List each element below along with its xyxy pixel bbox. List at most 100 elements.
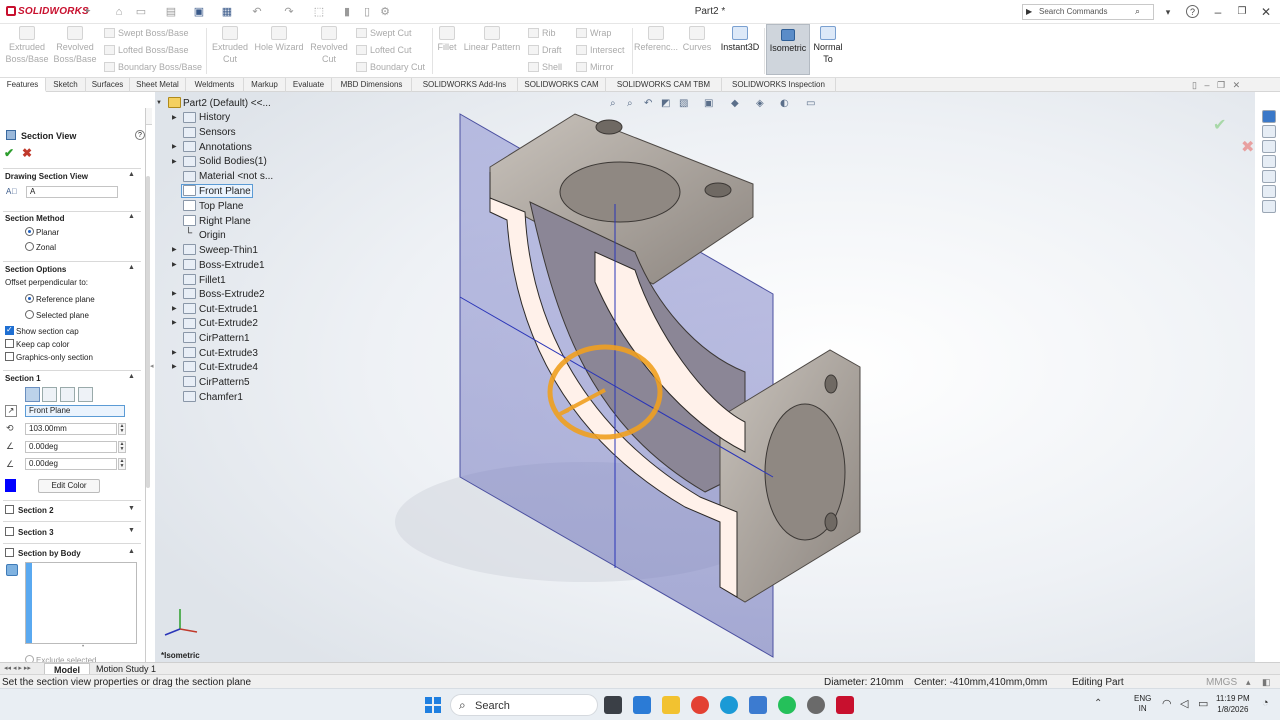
widgets-icon[interactable]: [633, 696, 651, 714]
tree-item-chamfer1[interactable]: Chamfer1: [199, 392, 243, 403]
tree-item-cut-extrude3[interactable]: Cut-Extrude3: [199, 348, 258, 359]
normal-to-button[interactable]: Normal To: [812, 26, 844, 65]
status-options-icon[interactable]: ◧: [1262, 677, 1271, 688]
tree-expand-arrow[interactable]: ▶: [172, 261, 177, 268]
tree-item-cut-extrude2[interactable]: Cut-Extrude2: [199, 318, 258, 329]
search-input[interactable]: Search Commands: [1039, 7, 1107, 16]
tree-expand-arrow[interactable]: ▶: [172, 319, 177, 326]
undo-icon[interactable]: ↶: [250, 5, 264, 19]
custom-properties-icon[interactable]: [1262, 200, 1276, 213]
solidworks-taskbar-icon[interactable]: [836, 696, 854, 714]
lofted-boss-button[interactable]: Lofted Boss/Base: [104, 44, 204, 56]
keep-cap-color-checkbox[interactable]: [5, 339, 14, 348]
boundary-cut-button[interactable]: Boundary Cut: [356, 61, 432, 73]
section-name-field[interactable]: A: [26, 186, 118, 198]
clock[interactable]: 11:19 PM 1/8/2026: [1216, 693, 1250, 715]
tree-expand-arrow[interactable]: ▶: [172, 114, 177, 121]
appearances-scenes-icon[interactable]: [1262, 185, 1276, 198]
view-palette-icon[interactable]: [1262, 170, 1276, 183]
tab-solidworks-cam-tbm[interactable]: SOLIDWORKS CAM TBM: [606, 78, 722, 92]
tab-solidworks-inspection[interactable]: SOLIDWORKS Inspection: [722, 78, 836, 92]
dynamic-annotation-icon[interactable]: ▧: [679, 98, 688, 109]
edge-icon[interactable]: [720, 696, 738, 714]
angle-x-field[interactable]: 0.00deg: [25, 441, 117, 453]
solidworks-resources-icon[interactable]: [1262, 110, 1276, 123]
pm-help-icon[interactable]: ?: [135, 130, 145, 140]
fillet-button[interactable]: Fillet: [434, 26, 460, 53]
tree-item-cirpattern1[interactable]: CirPattern1: [199, 333, 250, 344]
tree-item-front-plane[interactable]: Front Plane: [199, 186, 251, 197]
instant3d-button[interactable]: Instant3D: [716, 26, 764, 53]
pm-scrollbar[interactable]: [146, 176, 150, 488]
collapse-chevron-icon[interactable]: ▲: [128, 171, 135, 178]
section-3-checkbox[interactable]: [5, 527, 14, 536]
swept-cut-button[interactable]: Swept Cut: [356, 27, 432, 39]
units-dropdown-icon[interactable]: ▴: [1246, 677, 1251, 688]
tree-item-history[interactable]: History: [199, 112, 230, 123]
tree-expand-arrow[interactable]: ▶: [172, 290, 177, 297]
open-icon[interactable]: ▤: [164, 5, 178, 19]
offset-distance-field[interactable]: 103.00mm: [25, 423, 117, 435]
tab-sketch[interactable]: Sketch: [46, 78, 86, 92]
boundary-boss-button[interactable]: Boundary Boss/Base: [104, 61, 204, 73]
tree-item-origin[interactable]: Origin: [199, 230, 226, 241]
edit-appearance-icon[interactable]: ◐: [780, 98, 789, 109]
selected-plane-radio[interactable]: [25, 310, 34, 319]
curves-button[interactable]: Curves: [680, 26, 714, 53]
app-icon[interactable]: [807, 696, 825, 714]
graphics-only-checkbox[interactable]: [5, 352, 14, 361]
windows-start-icon[interactable]: [425, 697, 441, 713]
collapse-chevron-icon[interactable]: ▲: [128, 373, 135, 380]
doc-restore-icon[interactable]: ❐: [1217, 80, 1225, 90]
reverse-direction-icon[interactable]: ↗: [5, 405, 17, 417]
microsoft-store-icon[interactable]: [749, 696, 767, 714]
tree-item-boss-extrude1[interactable]: Boss-Extrude1: [199, 260, 265, 271]
taskbar-search-box[interactable]: ⌕ Search: [450, 694, 598, 716]
save-icon[interactable]: ▣: [192, 5, 206, 19]
wifi-icon[interactable]: ◠: [1162, 697, 1172, 710]
tab-evaluate[interactable]: Evaluate: [286, 78, 332, 92]
ok-check-icon[interactable]: ✔: [4, 146, 14, 160]
volume-icon[interactable]: ◁: [1180, 697, 1188, 710]
redo-icon[interactable]: ↷: [282, 5, 296, 19]
reference-plane-radio[interactable]: [25, 294, 34, 303]
display-style-icon[interactable]: ◆: [731, 98, 739, 109]
select-icon[interactable]: ⬚: [312, 5, 326, 19]
hide-show-items-icon[interactable]: ◈: [756, 98, 764, 109]
zonal-radio[interactable]: [25, 242, 34, 251]
bodies-selection-box[interactable]: [25, 562, 137, 644]
rotate-section-icon[interactable]: [78, 387, 93, 402]
options-gear-icon[interactable]: ⚙: [378, 5, 392, 19]
tab-scroll-arrows-icon[interactable]: ◂◂ ◂ ▸ ▸▸: [4, 664, 31, 672]
new-document-icon[interactable]: ▭: [134, 5, 148, 19]
chrome-icon[interactable]: [691, 696, 709, 714]
tree-item-cut-extrude1[interactable]: Cut-Extrude1: [199, 304, 258, 315]
tree-expand-arrow[interactable]: ▶: [172, 246, 177, 253]
tray-overflow-icon[interactable]: ⌃: [1094, 698, 1102, 709]
tree-item-fillet1[interactable]: Fillet1: [199, 275, 226, 286]
doc-minimize-icon[interactable]: –: [1204, 80, 1209, 90]
doc-close-icon[interactable]: ✕: [1233, 80, 1241, 90]
collapse-chevron-icon[interactable]: ▲: [128, 548, 135, 555]
extruded-cut-button[interactable]: Extruded Cut: [208, 26, 252, 65]
tile-icon[interactable]: ▯: [1192, 80, 1197, 90]
search-dropdown-icon[interactable]: ▾: [1160, 4, 1176, 20]
language-indicator[interactable]: ENG IN: [1134, 694, 1151, 714]
show-section-cap-checkbox[interactable]: [5, 325, 14, 335]
close-window-icon[interactable]: ✕: [1258, 4, 1274, 20]
angle-y-spinner[interactable]: ▲ ▼: [118, 458, 126, 470]
home-pane-icon[interactable]: [1262, 125, 1276, 138]
tree-item-sweep-thin1[interactable]: Sweep-Thin1: [199, 245, 258, 256]
tree-item-material[interactable]: Material <not s...: [199, 171, 273, 182]
menu-arrow-icon[interactable]: ▸: [86, 5, 91, 16]
design-library-icon[interactable]: [1262, 140, 1276, 153]
expand-chevron-icon[interactable]: ▼: [128, 505, 135, 512]
zoom-area-icon[interactable]: ⌕: [627, 98, 633, 109]
tree-item-annotations[interactable]: Annotations: [199, 142, 252, 153]
angle-x-spinner[interactable]: ▲ ▼: [118, 441, 126, 453]
collapse-chevron-icon[interactable]: ▲: [128, 213, 135, 220]
offset-spinner[interactable]: ▲ ▼: [118, 423, 126, 435]
print-icon[interactable]: ▦: [220, 5, 234, 19]
previous-view-icon[interactable]: ↶: [644, 98, 652, 109]
status-units[interactable]: MMGS: [1206, 677, 1237, 688]
